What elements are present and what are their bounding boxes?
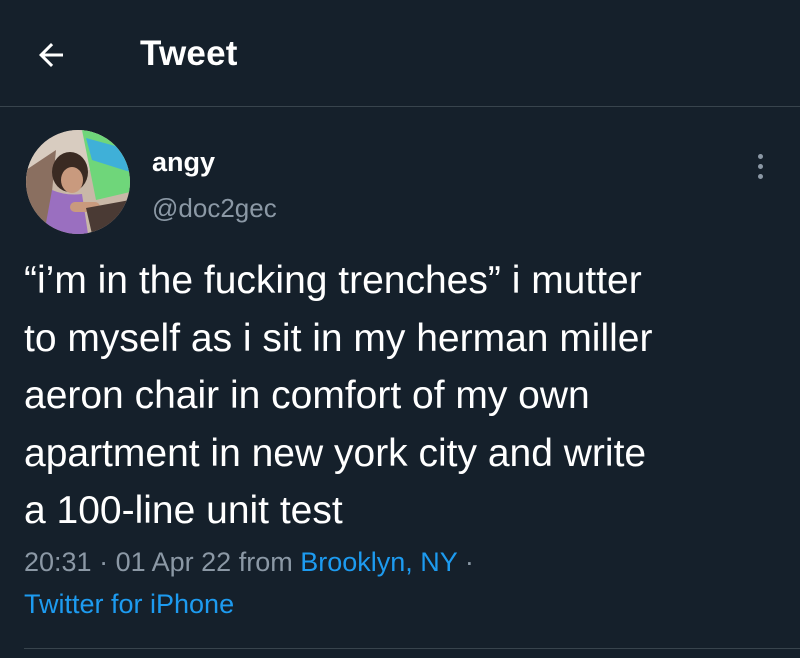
location-link[interactable]: Brooklyn, NY — [300, 547, 457, 577]
vertical-dots-icon — [757, 163, 763, 169]
user-avatar-image — [26, 130, 130, 234]
from-label: from — [238, 547, 293, 577]
tweet-time[interactable]: 20:31 — [24, 547, 92, 577]
divider — [24, 648, 800, 649]
tweet-metadata: 20:31 · 01 Apr 22 from Brooklyn, NY · Tw… — [24, 541, 784, 625]
back-button[interactable] — [26, 30, 76, 80]
top-bar: Tweet — [0, 0, 800, 107]
vertical-dots-icon — [757, 153, 763, 159]
source-link[interactable]: Twitter for iPhone — [24, 589, 234, 619]
author-handle[interactable]: @doc2gec — [152, 193, 277, 224]
avatar[interactable] — [26, 130, 130, 234]
vertical-dots-icon — [757, 173, 763, 179]
meta-separator: · — [99, 547, 109, 577]
page-title: Tweet — [140, 34, 238, 73]
tweet-date[interactable]: 01 Apr 22 — [116, 547, 232, 577]
tweet-text: “i’m in the fucking trenches” i mutter t… — [24, 259, 653, 532]
meta-separator: · — [464, 547, 474, 577]
more-options-button[interactable] — [742, 146, 778, 186]
arrow-left-icon — [39, 43, 63, 67]
author-display-name[interactable]: angy — [152, 147, 215, 178]
